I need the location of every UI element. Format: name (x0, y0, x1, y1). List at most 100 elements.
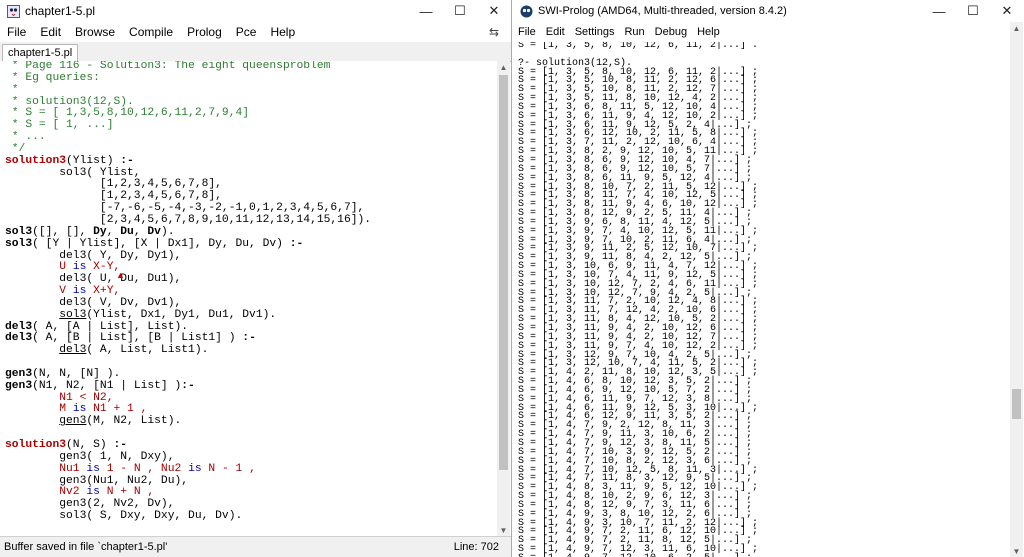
code-token: is (86, 486, 100, 499)
code-token: del3 (5, 332, 33, 345)
code-line[interactable]: * Eg queries: (5, 71, 497, 85)
console-scroll-thumb[interactable] (1012, 389, 1021, 419)
code-token: :- (242, 332, 256, 345)
console-window: SWI-Prolog (AMD64, Multi-threaded, versi… (513, 0, 1024, 557)
code-line[interactable]: sol3( S, Dxy, Dxy, Du, Dv). (5, 510, 497, 523)
code-token: solution3 (5, 439, 67, 451)
code-token: sol3( Ylist, (5, 166, 141, 179)
code-token: :- (289, 237, 304, 250)
code-token: 1 - N , Nu2 (99, 462, 189, 475)
code-token: sol3 (5, 225, 33, 238)
console-output[interactable]: S = [1, 3, 5, 8, 10, 12, 6, 11, 2|...] .… (513, 42, 1010, 557)
menu-edit[interactable]: Edit (541, 26, 570, 38)
code-line[interactable]: del3( A, List, List1). (5, 344, 497, 357)
code-line[interactable]: * S = [ 1, ...] (5, 119, 497, 132)
editor-statusbar: Buffer saved in file `chapter1-5.pl' Lin… (0, 536, 511, 557)
console-scrollbar[interactable]: ▲ ▼ (1010, 22, 1023, 557)
code-token: * S = [ 1, ...] (5, 119, 114, 132)
code-token: , (106, 225, 121, 238)
code-token: Nu1 (5, 462, 87, 475)
tab-chapter1-5[interactable]: chapter1-5.pl (2, 44, 79, 61)
code-token: */ (5, 142, 26, 155)
code-token: del3( U, Du, Du1), (5, 273, 182, 286)
code-token: M (5, 403, 73, 416)
scroll-up-icon[interactable]: ▲ (1010, 22, 1023, 34)
code-token: gen3( 1, N, Dxy), (5, 450, 175, 463)
code-line[interactable]: gen3(M, N2, List). (5, 415, 497, 428)
menu-run[interactable]: Run (619, 26, 649, 38)
code-token: is (188, 462, 202, 475)
code-token: is (72, 285, 87, 298)
editor-tabbar: chapter1-5.pl (0, 42, 511, 62)
app-owl-icon (6, 4, 20, 18)
menu-edit[interactable]: Edit (33, 25, 68, 39)
code-token: * solution3(12,S). (5, 95, 134, 108)
scroll-down-icon[interactable]: ▼ (497, 524, 510, 536)
status-message: Buffer saved in file `chapter1-5.pl' (4, 541, 168, 553)
scroll-up-icon[interactable]: ▲ (497, 61, 510, 73)
code-token: ( [Y | Ylist], [X | Dx1], Dy, Du, Dv) (32, 237, 290, 250)
code-token: N1 + 1 , (86, 403, 148, 416)
code-token: * Page 116 - Solution3: The eight queens… (5, 61, 331, 72)
menu-file[interactable]: File (0, 25, 33, 39)
line-indicator: Line: 702 (453, 541, 499, 553)
code-editor[interactable]: * Page 116 - Solution3: The eight queens… (0, 61, 497, 536)
menu-file[interactable]: File (513, 26, 541, 38)
code-token: [-7,-6,-5,-4,-3,-2,-1,0,1,2,3,4,5,6,7], (5, 202, 365, 215)
code-token: sol3 (5, 237, 33, 250)
code-token: Dy (93, 225, 107, 238)
minimize-icon[interactable]: — (922, 0, 956, 22)
menu-settings[interactable]: Settings (570, 26, 620, 38)
code-token: solution3 (5, 154, 67, 167)
code-token: del3( Y, Dy, Dy1), (5, 249, 182, 262)
close-icon[interactable]: ✕ (990, 0, 1024, 22)
editor-menubar: File Edit Browse Compile Prolog Pce Help… (0, 22, 511, 42)
console-window-title: SWI-Prolog (AMD64, Multi-threaded, versi… (538, 5, 787, 17)
code-line[interactable]: * ... (5, 131, 497, 144)
code-token: (M, N2, List). (86, 415, 182, 428)
code-text[interactable]: * Page 116 - Solution3: The eight queens… (0, 61, 497, 523)
maximize-icon[interactable]: ☐ (443, 0, 477, 22)
code-token: , (133, 225, 148, 238)
code-token: is (72, 261, 87, 274)
menu-pce[interactable]: Pce (229, 25, 264, 39)
code-token: (N, N, [N] ). (32, 367, 121, 380)
code-token: :- (181, 379, 195, 392)
code-token: del3 (59, 344, 87, 357)
editor-scrollbar[interactable]: ▲ ▼ (497, 61, 510, 536)
maximize-icon[interactable]: ☐ (956, 0, 990, 22)
menu-help[interactable]: Help (692, 26, 725, 38)
code-token: X+Y, (86, 285, 121, 298)
text-cursor-marker: ▲ (116, 270, 125, 280)
editor-scroll-thumb[interactable] (499, 75, 508, 470)
menu-browse[interactable]: Browse (68, 25, 122, 39)
scroll-down-icon[interactable]: ▼ (1010, 545, 1023, 557)
console-titlebar: SWI-Prolog (AMD64, Multi-threaded, versi… (513, 0, 1024, 22)
code-token: * Eg queries: (5, 71, 100, 84)
code-token: ( A, [B | List], [B | List1] ) (32, 332, 243, 345)
help-arrow-icon[interactable]: ⇆ (483, 24, 505, 40)
console-text[interactable]: S = [1, 3, 5, 8, 10, 12, 6, 11, 2|...] .… (513, 42, 1010, 557)
code-token: ( A, [A | List], List). (32, 320, 189, 333)
code-token: gen3 (59, 415, 87, 428)
minimize-icon[interactable]: — (409, 0, 443, 22)
code-token: [1,2,3,4,5,6,7,8], (5, 178, 222, 191)
code-token: is (72, 403, 87, 416)
menu-compile[interactable]: Compile (122, 25, 180, 39)
code-token: ). (160, 225, 175, 238)
code-token: U (5, 261, 73, 274)
code-token: N1 < N2, (5, 391, 114, 404)
code-token: sol3 (59, 308, 87, 321)
code-token: Dv (147, 225, 161, 238)
menu-prolog[interactable]: Prolog (180, 25, 229, 39)
menu-help[interactable]: Help (263, 25, 302, 39)
menu-debug[interactable]: Debug (650, 26, 692, 38)
code-token: gen3 (5, 379, 33, 392)
swipl-owl-icon (519, 4, 533, 18)
close-icon[interactable]: ✕ (477, 0, 511, 22)
code-token: Du (120, 225, 134, 238)
code-token: (Ylist, Dx1, Dy1, Du1, Dv1). (86, 308, 277, 321)
editor-titlebar: chapter1-5.pl — ☐ ✕ (0, 0, 511, 22)
